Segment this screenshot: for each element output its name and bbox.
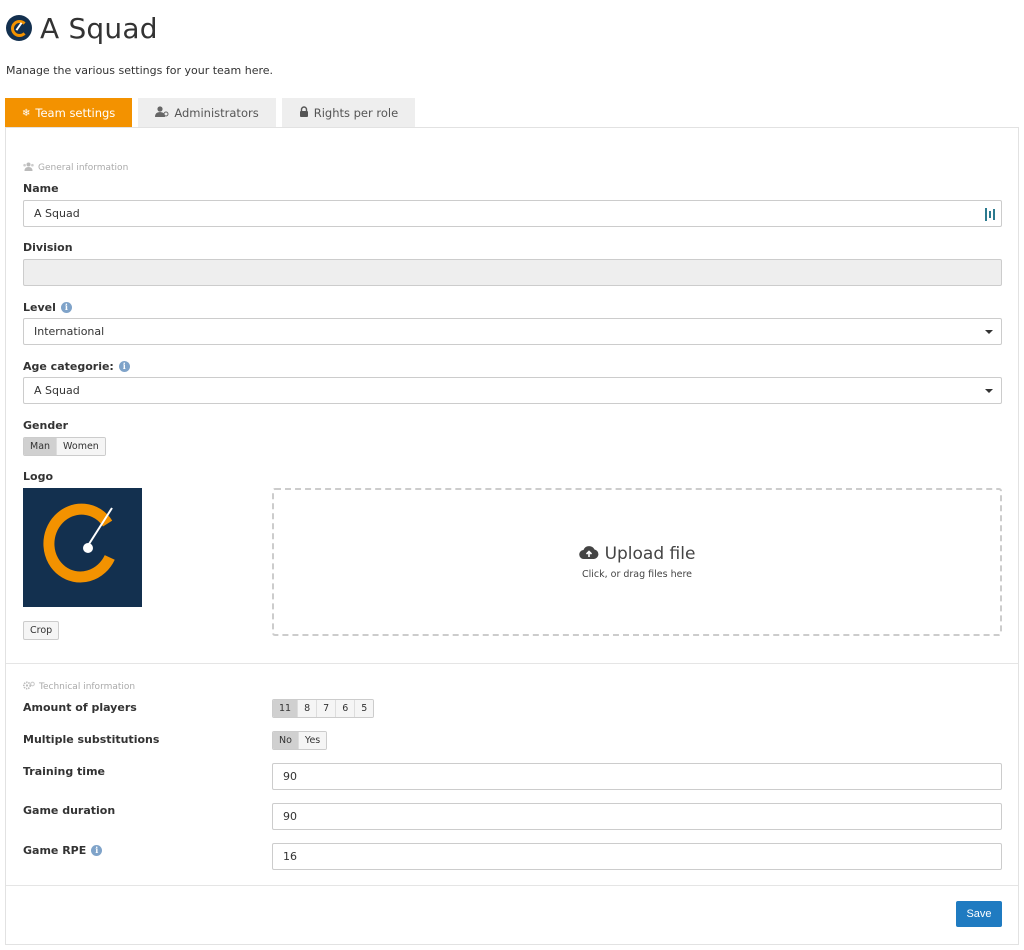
team-logo-image <box>23 488 142 607</box>
substitutions-toggle: No Yes <box>272 731 328 750</box>
game-rpe-input[interactable]: 16 <box>272 843 1002 870</box>
amount-of-players-label: Amount of players <box>23 701 137 714</box>
game-duration-label: Game duration <box>23 804 116 817</box>
game-duration-value: 90 <box>283 810 297 823</box>
division-label: Division <box>23 241 73 254</box>
settings-panel: General information Name A Squad Divisio… <box>5 127 1019 945</box>
lock-icon <box>299 106 309 120</box>
training-time-value: 90 <box>283 770 297 783</box>
level-select[interactable]: International <box>23 318 1002 345</box>
team-icon <box>23 162 34 174</box>
division-input <box>23 259 1002 286</box>
tab-team-settings[interactable]: ❄ Team settings <box>5 98 133 128</box>
info-icon[interactable]: i <box>91 845 103 856</box>
upload-subtitle: Click, or drag files here <box>581 569 693 580</box>
game-rpe-label: Game RPE i <box>23 844 103 857</box>
game-duration-input[interactable]: 90 <box>272 803 1002 830</box>
cloud-upload-icon <box>578 544 599 564</box>
technical-section-title: Technical information <box>22 681 136 693</box>
page-subtitle: Manage the various settings for your tea… <box>6 64 274 77</box>
subs-option-yes[interactable]: Yes <box>298 732 327 749</box>
gear-icon: ❄ <box>22 107 31 119</box>
name-input[interactable]: A Squad <box>23 200 1002 227</box>
crop-button[interactable]: Crop <box>23 621 60 640</box>
upload-dropzone[interactable]: Upload file Click, or drag files here <box>272 488 1002 636</box>
gears-icon <box>22 681 35 693</box>
upload-title-text: Upload file <box>604 544 696 564</box>
players-toggle: 11 8 7 6 5 <box>272 699 375 718</box>
level-label-text: Level <box>23 301 56 314</box>
logo-label: Logo <box>23 470 53 483</box>
age-value: A Squad <box>34 384 80 397</box>
section-divider <box>6 663 1018 664</box>
multiple-substitutions-label: Multiple substitutions <box>23 733 160 746</box>
section-title-text: General information <box>38 163 129 173</box>
info-icon[interactable]: i <box>60 302 72 313</box>
tab-administrators[interactable]: Administrators <box>138 98 276 128</box>
team-logo-icon <box>6 15 32 41</box>
info-icon[interactable]: i <box>118 361 130 372</box>
page-title: A Squad <box>40 11 158 45</box>
players-option-11[interactable]: 11 <box>273 700 299 717</box>
age-label-text: Age categorie: <box>23 360 114 373</box>
tab-label: Administrators <box>174 106 259 120</box>
training-time-label: Training time <box>23 765 106 778</box>
footer-divider <box>6 885 1018 886</box>
page-header: A Squad <box>6 11 158 45</box>
gender-option-man[interactable]: Man <box>24 438 58 455</box>
game-rpe-value: 16 <box>283 850 297 863</box>
upload-title: Upload file <box>578 544 696 564</box>
admin-user-icon <box>155 106 169 120</box>
players-option-5[interactable]: 5 <box>355 700 374 717</box>
age-category-select[interactable]: A Squad <box>23 377 1002 404</box>
password-manager-icon[interactable] <box>985 208 996 221</box>
players-option-8[interactable]: 8 <box>298 700 318 717</box>
caret-down-icon <box>985 389 993 393</box>
age-category-label: Age categorie: i <box>23 360 130 373</box>
name-value: A Squad <box>34 207 80 220</box>
caret-down-icon <box>985 330 993 334</box>
tab-label: Rights per role <box>313 106 399 120</box>
level-value: International <box>34 325 105 338</box>
tab-rights-per-role[interactable]: Rights per role <box>281 98 416 128</box>
general-section-title: General information <box>23 162 128 174</box>
settings-tabs: ❄ Team settings Administrators Rights pe… <box>5 98 421 128</box>
training-time-input[interactable]: 90 <box>272 763 1002 790</box>
gender-toggle: Man Women <box>23 437 106 456</box>
gender-option-women[interactable]: Women <box>57 438 105 455</box>
level-label: Level i <box>23 301 72 314</box>
section-title-text: Technical information <box>39 682 136 692</box>
name-label: Name <box>23 182 59 195</box>
players-option-6[interactable]: 6 <box>336 700 356 717</box>
save-button[interactable]: Save <box>956 901 1002 927</box>
subs-option-no[interactable]: No <box>273 732 299 749</box>
tab-label: Team settings <box>35 106 116 120</box>
gender-label: Gender <box>23 419 69 432</box>
players-option-7[interactable]: 7 <box>317 700 337 717</box>
rpe-label-text: Game RPE <box>23 844 87 857</box>
